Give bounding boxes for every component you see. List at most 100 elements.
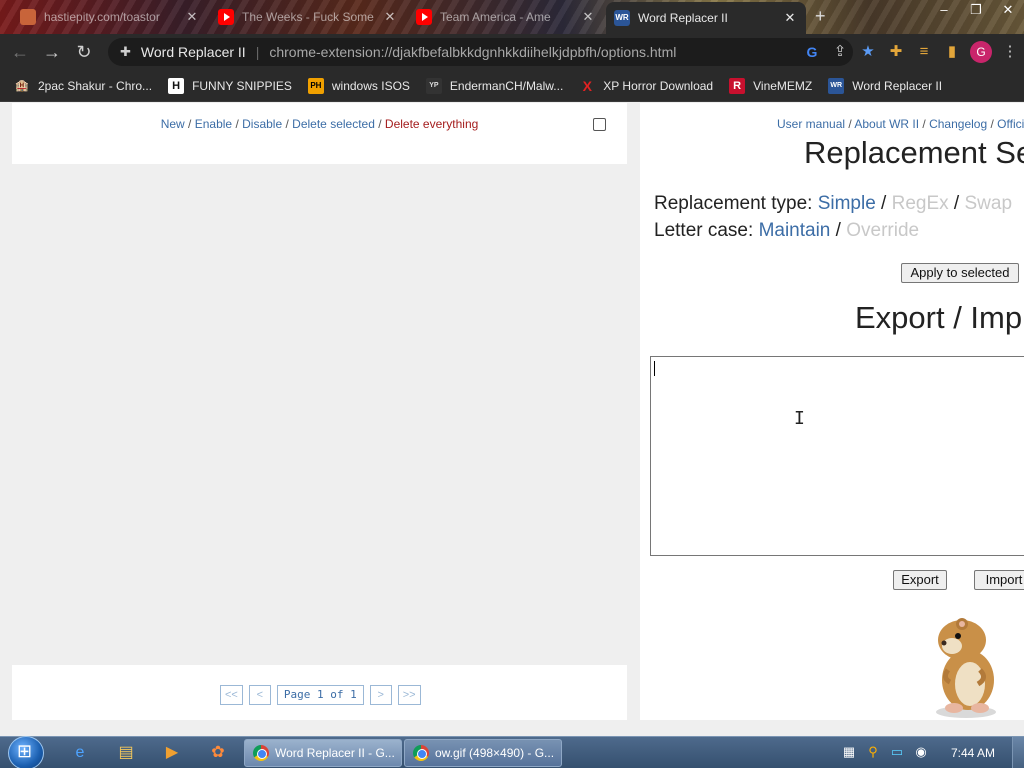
monitor-icon[interactable]: ▭ — [888, 743, 906, 761]
user-manual-link[interactable]: User manual — [777, 117, 845, 131]
tab-1[interactable]: hastiepity.com/toastor ✕ — [12, 3, 208, 31]
replacement-type-row: Replacement type: Simple / RegEx / Swap — [654, 193, 1012, 215]
show-desktop-button[interactable] — [1012, 737, 1024, 768]
type-regex-option[interactable]: RegEx — [892, 193, 949, 214]
back-icon[interactable]: ← — [8, 40, 32, 64]
maximize-button[interactable]: ❐ — [960, 0, 992, 22]
sidebar-icon[interactable]: ▮ — [938, 40, 966, 64]
wr-icon: WR — [614, 10, 630, 26]
export-button[interactable]: Export — [893, 570, 947, 590]
bookmark-word-replacer[interactable]: WR Word Replacer II — [828, 77, 942, 94]
bookmark-endermanch[interactable]: YP EndermanCH/Malw... — [425, 77, 564, 94]
about-link[interactable]: About WR II — [854, 117, 919, 131]
file-explorer-icon[interactable]: ▤ — [112, 741, 140, 765]
clock[interactable]: 7:44 AM — [951, 746, 995, 760]
delete-everything-link[interactable]: Delete everything — [385, 117, 478, 131]
media-player-icon[interactable]: ▶ — [158, 741, 186, 765]
tab-3[interactable]: Team America - Ame ✕ — [408, 3, 604, 31]
youtube-icon — [218, 9, 234, 25]
tab-title: The Weeks - Fuck Some — [242, 10, 374, 24]
chrome-icon — [253, 745, 269, 761]
separator: / — [948, 193, 965, 214]
media-playlist-icon[interactable]: ≡ — [910, 40, 938, 64]
bookmark-windows-isos[interactable]: PH windows ISOS — [307, 77, 410, 94]
letter-case-row: Letter case: Maintain / Override — [654, 220, 919, 242]
last-page-button[interactable]: >> — [397, 685, 421, 705]
menu-kebab-icon[interactable]: ⋮ — [996, 40, 1024, 64]
reload-icon[interactable]: ↻ — [72, 40, 96, 64]
extensions-icon[interactable]: ✚ — [882, 40, 910, 64]
bookmark-label: 2pac Shakur - Chro... — [38, 78, 153, 93]
letter-case-label: Letter case: — [654, 220, 759, 241]
extension-name: Word Replacer II — [140, 44, 246, 60]
close-icon[interactable]: ✕ — [184, 9, 200, 25]
prev-page-button[interactable]: < — [248, 685, 271, 705]
url-text: chrome-extension://djakfbefalbkkdgnhkkdi… — [269, 44, 677, 60]
page-content: New / Enable / Disable / Delete selected… — [0, 103, 1024, 720]
minimize-button[interactable]: – — [928, 0, 960, 22]
address-bar[interactable]: ✚ Word Replacer II | chrome-extension://… — [108, 38, 853, 66]
wr-icon: WR — [828, 77, 845, 94]
window-controls: – ❐ ✕ — [928, 0, 1024, 22]
bookmark-xp-horror[interactable]: X XP Horror Download — [579, 77, 714, 94]
type-swap-option[interactable]: Swap — [965, 193, 1013, 214]
h-icon: H — [168, 77, 185, 94]
changelog-link[interactable]: Changelog — [929, 117, 987, 131]
internet-explorer-icon[interactable]: e — [66, 741, 94, 765]
bookmark-funny-snippies[interactable]: H FUNNY SNIPPIES — [168, 77, 292, 94]
forward-icon[interactable]: → — [40, 40, 64, 64]
yp-icon: YP — [425, 77, 442, 94]
tab-word-replacer[interactable]: WR Word Replacer II ✕ — [606, 2, 806, 34]
close-window-button[interactable]: ✕ — [992, 0, 1024, 22]
type-simple-option[interactable]: Simple — [818, 193, 876, 214]
profile-avatar[interactable]: G — [970, 41, 992, 63]
case-maintain-option[interactable]: Maintain — [759, 220, 831, 241]
google-lens-icon[interactable]: G — [798, 40, 826, 64]
tab-title: Word Replacer II — [638, 11, 728, 25]
separator: / — [374, 117, 385, 131]
new-tab-button[interactable]: + — [815, 6, 826, 27]
separator: / — [830, 220, 847, 241]
taskbar-item-label: Word Replacer II - G... — [275, 746, 395, 760]
case-override-option[interactable]: Override — [846, 220, 919, 241]
import-button[interactable]: Import — [974, 570, 1024, 590]
search-tray-icon[interactable]: ⚲ — [864, 743, 882, 761]
export-import-textarea[interactable] — [650, 356, 1024, 556]
replacement-type-label: Replacement type: — [654, 193, 818, 214]
system-tray: ▦ ⚲ ▭ ◉ — [840, 743, 930, 761]
bookmark-label: VineMEMZ — [753, 78, 813, 93]
network-icon[interactable]: ▦ — [840, 743, 858, 761]
disable-link[interactable]: Disable — [242, 117, 282, 131]
bookmark-label: FUNNY SNIPPIES — [192, 78, 292, 93]
apply-to-selected-button[interactable]: Apply to selected — [901, 263, 1019, 283]
first-page-button[interactable]: << — [220, 685, 243, 705]
x-icon: X — [582, 77, 592, 94]
list-actions: New / Enable / Disable / Delete selected… — [12, 117, 627, 131]
new-link[interactable]: New — [161, 117, 185, 131]
share-icon[interactable]: ⇪ — [826, 40, 854, 64]
bookmark-star-icon[interactable]: ★ — [854, 40, 882, 64]
close-icon[interactable]: ✕ — [382, 9, 398, 25]
tab-title: hastiepity.com/toastor — [44, 10, 160, 24]
official-link[interactable]: Offici — [997, 117, 1024, 131]
bookmark-vinememz[interactable]: R VineMEMZ — [729, 77, 813, 94]
taskbar-item-ow-gif[interactable]: ow.gif (498×490) - G... — [404, 739, 562, 767]
next-page-button[interactable]: > — [369, 685, 392, 705]
close-icon[interactable]: ✕ — [580, 9, 596, 25]
list-actions-panel: New / Enable / Disable / Delete selected… — [12, 103, 627, 164]
close-icon[interactable]: ✕ — [782, 10, 798, 26]
taskbar-item-word-replacer[interactable]: Word Replacer II - G... — [244, 739, 402, 767]
delete-selected-link[interactable]: Delete selected — [292, 117, 375, 131]
select-all-checkbox[interactable] — [593, 118, 606, 131]
paint-app-icon[interactable]: ✿ — [204, 741, 232, 765]
tab-title: Team America - Ame — [440, 10, 551, 24]
separator: / — [845, 117, 855, 131]
bookmark-2pac[interactable]: 🏨 2pac Shakur - Chro... — [14, 78, 152, 94]
enable-link[interactable]: Enable — [195, 117, 232, 131]
separator: / — [919, 117, 930, 131]
bookmark-label: EndermanCH/Malw... — [449, 78, 564, 93]
tab-2[interactable]: The Weeks - Fuck Some ✕ — [210, 3, 406, 31]
volume-icon[interactable]: ◉ — [912, 743, 930, 761]
separator: / — [987, 117, 998, 131]
start-button[interactable] — [8, 736, 44, 768]
